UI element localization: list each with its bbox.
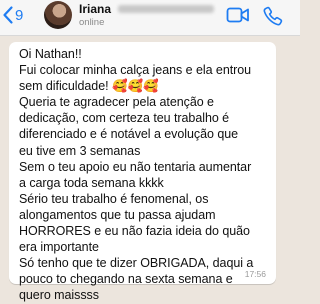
contact-surname-blurred [118, 5, 214, 13]
message-timestamp: 17:56 [244, 269, 266, 279]
chevron-left-icon [2, 5, 14, 25]
back-button[interactable]: 9 [2, 3, 23, 27]
message-bubble[interactable]: Oi Nathan!! Fui colocar minha calça jean… [9, 42, 276, 302]
contact-status: online [79, 17, 105, 28]
unread-count: 9 [15, 6, 24, 24]
phone-icon [263, 6, 283, 26]
message-text: Oi Nathan!! Fui colocar minha calça jean… [19, 47, 254, 303]
video-call-button[interactable] [226, 6, 250, 24]
chat-header: 9 Iriana online [0, 0, 300, 36]
contact-name[interactable]: Iriana [79, 2, 111, 16]
voice-call-button[interactable] [263, 6, 283, 26]
avatar[interactable] [44, 1, 72, 29]
video-camera-icon [226, 6, 250, 24]
